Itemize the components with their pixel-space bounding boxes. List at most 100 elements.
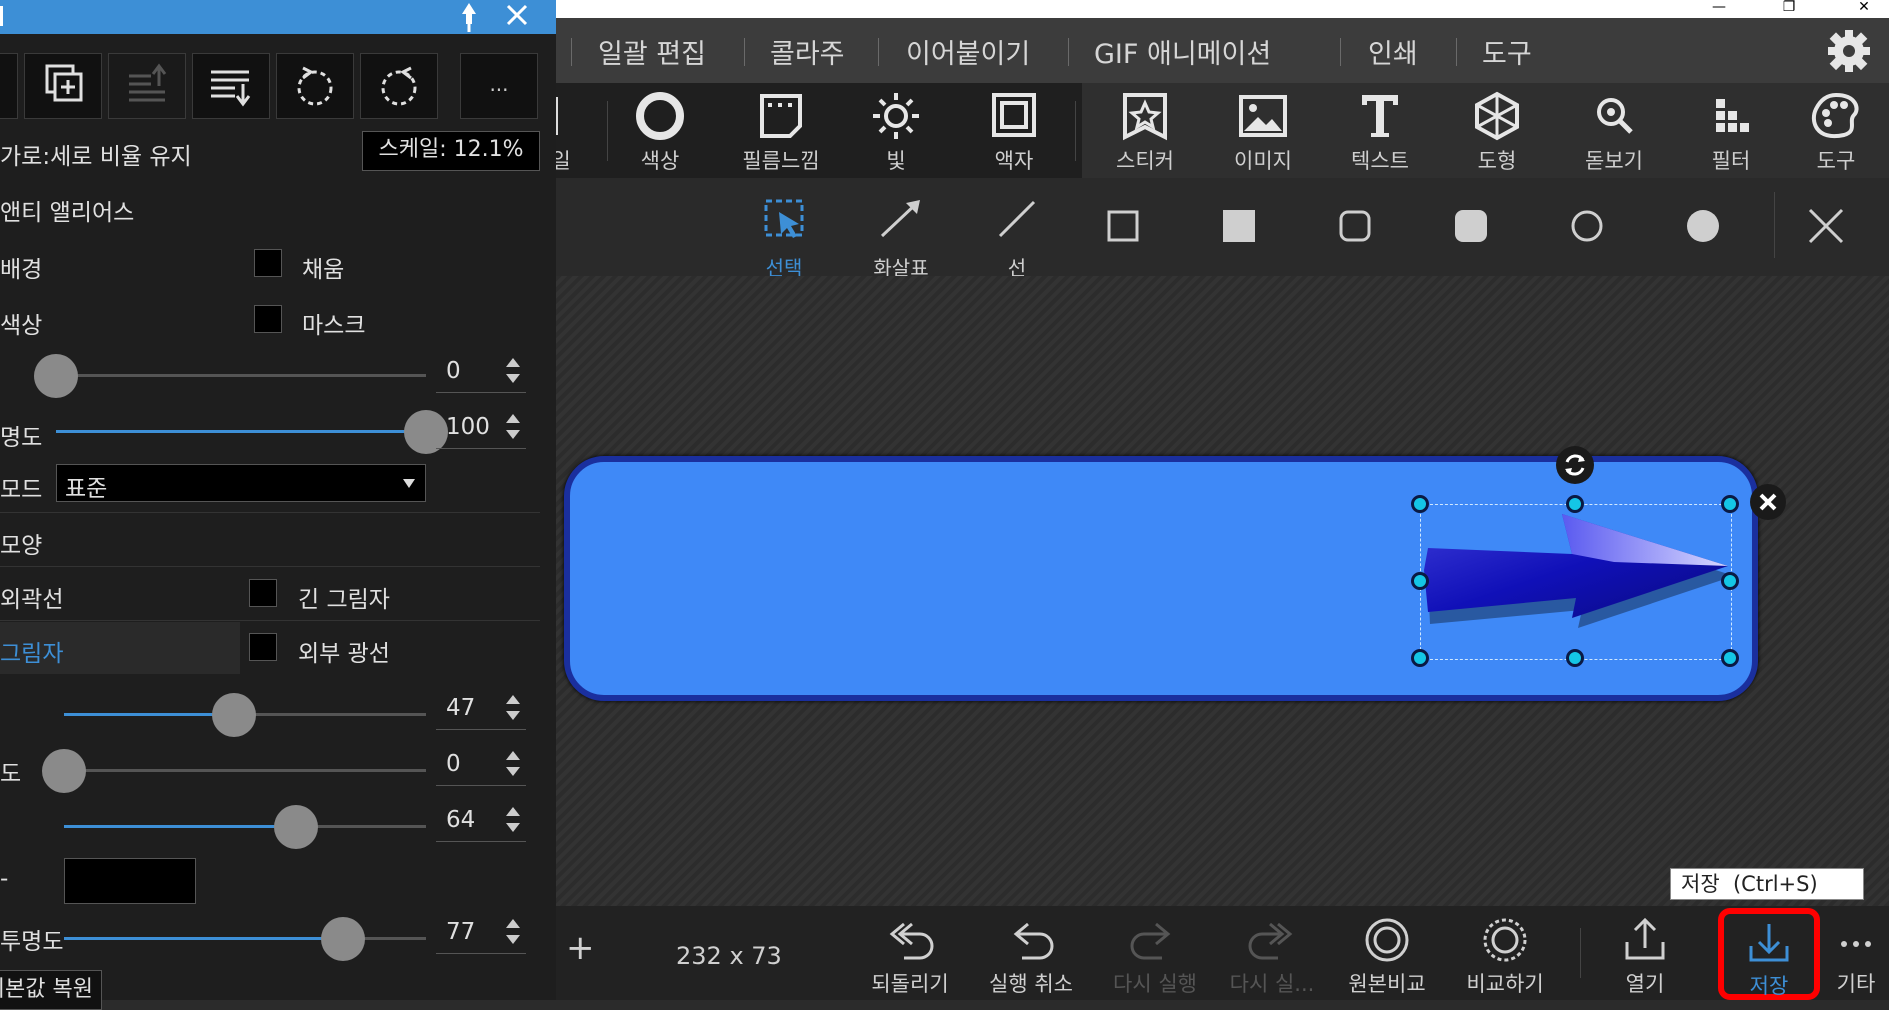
- shape-hexagon-icon: [1442, 91, 1552, 141]
- shadow-opacity-slider-thumb[interactable]: [320, 917, 365, 961]
- shape-toolbar: 선택 화살표 선: [556, 178, 1889, 280]
- circle-outline-icon[interactable]: [1567, 206, 1607, 246]
- minimize-button[interactable]: —: [1696, 0, 1742, 18]
- resize-handle[interactable]: [1721, 649, 1739, 667]
- menu-gif-animation[interactable]: GIF 애니메이션: [1094, 32, 1271, 71]
- resize-handle[interactable]: [1566, 649, 1584, 667]
- more-options-button[interactable]: 기타: [1826, 906, 1886, 1000]
- bottom-button-label: 비교하기: [1466, 972, 1544, 996]
- redo-button[interactable]: 다시 실행: [1096, 906, 1214, 1000]
- revert-icon: [854, 916, 966, 962]
- send-backward-icon: [211, 70, 251, 107]
- keep-ratio-label[interactable]: 가로:세로 비율 유지: [0, 137, 192, 171]
- rotate-handle-icon[interactable]: [1556, 446, 1594, 484]
- close-shapebar-icon[interactable]: [1802, 202, 1850, 250]
- mask-checkbox[interactable]: [254, 305, 282, 333]
- rotate-left-button[interactable]: [276, 53, 354, 119]
- circle-filled-icon[interactable]: [1683, 206, 1723, 246]
- fill-checkbox[interactable]: [254, 249, 282, 277]
- bottom-action-bar: + 232 x 73 되돌리기 실행 취소 다시 실행 다시 실... 원본비교…: [556, 906, 1889, 1000]
- mode-dropdown[interactable]: 표준: [56, 464, 426, 502]
- settings-gear-icon[interactable]: [1826, 28, 1872, 74]
- outer-glow-checkbox[interactable]: [249, 633, 277, 661]
- editing-canvas[interactable]: 저장 (Ctrl+S): [556, 276, 1889, 906]
- rectangle-outline-icon[interactable]: [1103, 206, 1143, 246]
- menu-batch-edit[interactable]: 일괄 편집: [598, 32, 706, 71]
- ribbon-tool-film[interactable]: 필름느낌: [726, 83, 836, 178]
- rotate-right-button[interactable]: [360, 53, 438, 119]
- shape-tool-arrow[interactable]: 화살표: [856, 188, 946, 280]
- filter-grid-icon: [1676, 91, 1786, 141]
- save-button[interactable]: 저장: [1718, 908, 1820, 1000]
- shadow-slider-thumb[interactable]: [273, 805, 318, 849]
- shadow-slider1-spinbox[interactable]: 47: [436, 691, 526, 730]
- ribbon-tool-sticker[interactable]: 스티커: [1090, 83, 1200, 178]
- pin-icon[interactable]: [452, 0, 486, 34]
- rounded-rect-outline-icon[interactable]: [1335, 206, 1375, 246]
- panel-close-icon[interactable]: [500, 0, 534, 34]
- slider1-spinbox[interactable]: 0: [436, 354, 526, 393]
- bring-forward-button[interactable]: [108, 53, 186, 119]
- ribbon-tool-magnifier[interactable]: 돋보기: [1559, 83, 1669, 178]
- revert-button[interactable]: 되돌리기: [854, 906, 966, 1000]
- compare-button[interactable]: 비교하기: [1446, 906, 1564, 1000]
- ribbon-tool-text[interactable]: 텍스트: [1325, 83, 1435, 178]
- shadow-opacity-spinbox[interactable]: 77: [436, 915, 526, 954]
- mask-label: 마스크: [302, 313, 366, 339]
- shadow-color-swatch[interactable]: [64, 858, 196, 904]
- menu-separator: [878, 38, 879, 66]
- resize-handle[interactable]: [1411, 572, 1429, 590]
- shape-tool-line[interactable]: 선: [972, 188, 1062, 280]
- resize-handle[interactable]: [1411, 495, 1429, 513]
- menu-stitch[interactable]: 이어붙이기: [906, 32, 1030, 71]
- shadow-tab[interactable]: 그림자: [0, 634, 63, 668]
- resize-handle[interactable]: [1721, 572, 1739, 590]
- resize-handle[interactable]: [1566, 495, 1584, 513]
- rounded-rect-filled-icon[interactable]: [1451, 206, 1491, 246]
- antialias-label[interactable]: 앤티 앨리어스: [0, 193, 134, 227]
- rotate-left-icon: [297, 66, 333, 106]
- send-backward-button[interactable]: [192, 53, 270, 119]
- menu-tools[interactable]: 도구: [1482, 32, 1532, 71]
- undo-button[interactable]: 실행 취소: [966, 906, 1096, 1000]
- menu-collage[interactable]: 콜라주: [770, 32, 845, 71]
- panel-more-button[interactable]: ...: [460, 53, 538, 119]
- resize-handle[interactable]: [1721, 495, 1739, 513]
- original-compare-button[interactable]: 원본비교: [1328, 906, 1446, 1000]
- add-button[interactable]: +: [566, 928, 595, 968]
- long-shadow-checkbox[interactable]: [249, 579, 277, 607]
- ribbon-tool-tools[interactable]: 도구: [1786, 83, 1886, 178]
- resize-handle[interactable]: [1411, 649, 1429, 667]
- redo-all-button[interactable]: 다시 실...: [1216, 906, 1328, 1000]
- ribbon-tool-filter[interactable]: 필터: [1676, 83, 1786, 178]
- menu-print[interactable]: 인쇄: [1368, 32, 1418, 71]
- ribbon-tool-label: 필터: [1711, 149, 1751, 173]
- rectangle-filled-icon[interactable]: [1219, 206, 1259, 246]
- reset-defaults-button[interactable]: 기본값 복원: [0, 970, 102, 1010]
- outline-tab[interactable]: 외곽선: [0, 580, 63, 614]
- maximize-button[interactable]: ❐: [1766, 0, 1812, 18]
- ribbon-tool-light[interactable]: 빛: [846, 83, 946, 178]
- shadow-slider3-value: 64: [446, 807, 476, 833]
- shape-section-label: 모양: [0, 533, 43, 559]
- shape-tool-select[interactable]: 선택: [739, 188, 829, 280]
- delete-object-icon[interactable]: [1750, 484, 1786, 520]
- close-window-button[interactable]: ✕: [1841, 0, 1887, 18]
- shadow-slider-thumb[interactable]: [42, 749, 86, 793]
- ribbon-tool-color[interactable]: 색상: [610, 83, 710, 178]
- ribbon-tool-frame[interactable]: 액자: [964, 83, 1064, 178]
- shadow-angle-label: 도: [0, 761, 22, 787]
- shadow-slider3-spinbox[interactable]: 64: [436, 803, 526, 842]
- slider-thumb[interactable]: [34, 354, 78, 398]
- shadow-slider-thumb[interactable]: [212, 693, 257, 737]
- ribbon-tool-shape[interactable]: 도형: [1442, 83, 1552, 178]
- palette-icon: [1786, 91, 1886, 141]
- panel-tool-button[interactable]: [0, 53, 18, 119]
- open-button[interactable]: 열기: [1590, 906, 1700, 1000]
- shadow-slider2-spinbox[interactable]: 0: [436, 747, 526, 786]
- ribbon-tool-image[interactable]: 이미지: [1208, 83, 1318, 178]
- slider-track: [56, 374, 426, 377]
- opacity-spinbox[interactable]: 100: [436, 410, 526, 449]
- ribbon-tool-label: 색상: [640, 149, 680, 173]
- duplicate-button[interactable]: [24, 53, 102, 119]
